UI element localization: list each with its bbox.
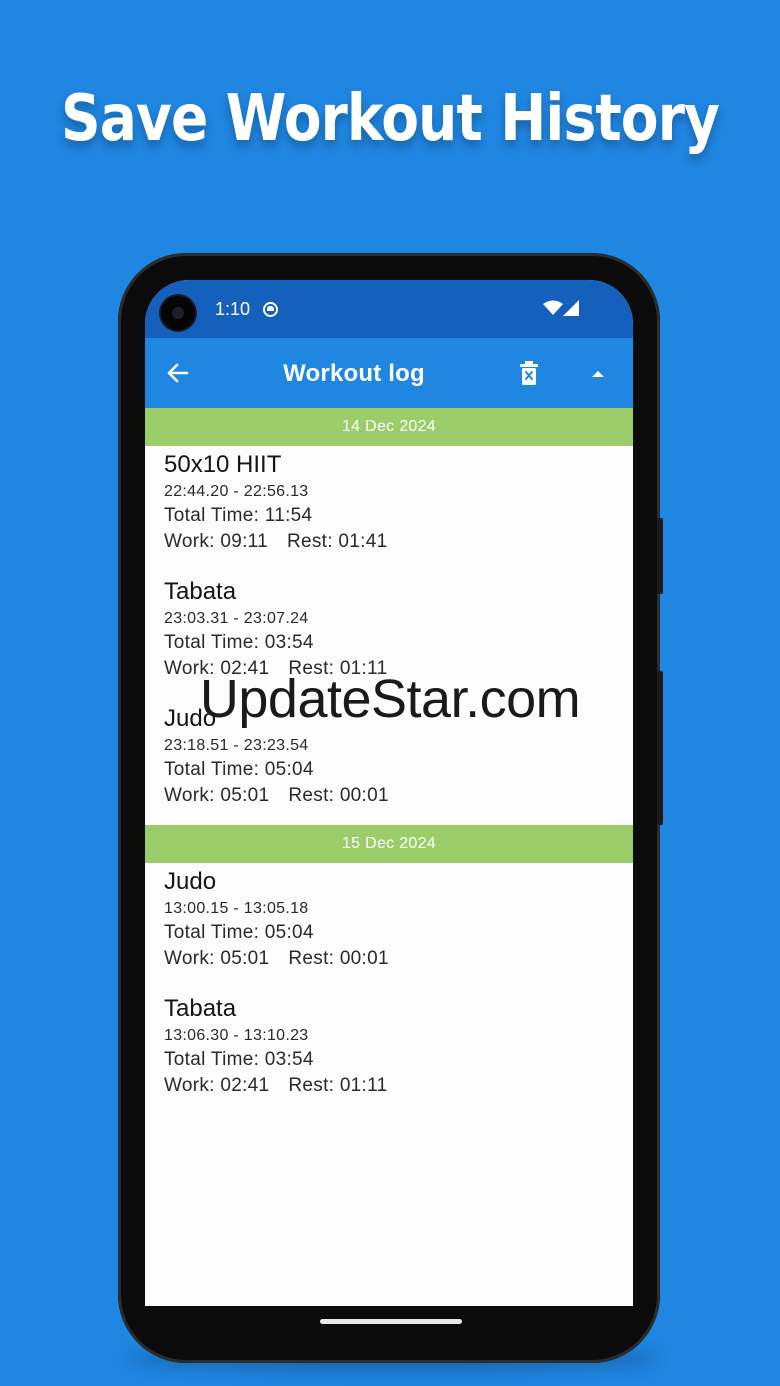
notification-icon [263, 302, 278, 317]
promo-headline: Save Workout History [60, 82, 720, 156]
rest-time: Rest: 00:01 [288, 785, 389, 806]
rest-time: Rest: 01:41 [286, 531, 388, 552]
page-title: Workout log [283, 360, 425, 387]
workout-work-rest: Work: 09:11 Rest: 01:41 [164, 529, 633, 555]
work-time: Work: 05:01 [164, 785, 270, 806]
workout-total-time: Total Time: 05:04 [164, 759, 314, 780]
workout-work-rest: Work: 05:01 Rest: 00:01 [164, 946, 633, 972]
workout-time-range: 13:06.30 - 13:10.23 [164, 1027, 309, 1044]
workout-work-rest: Work: 02:41 Rest: 01:11 [164, 1073, 633, 1099]
list-item[interactable]: Judo 13:00.15 - 13:05.18 Total Time: 05:… [164, 863, 633, 972]
workout-name: Tabata [164, 995, 237, 1022]
workout-total-time: Total Time: 11:54 [164, 505, 313, 526]
app-bar: Workout log [145, 338, 633, 408]
watermark: UpdateStar.com [199, 669, 581, 729]
workout-time-range: 23:03.31 - 23:07.24 [164, 610, 309, 627]
home-indicator[interactable] [320, 1319, 462, 1324]
workout-list: 50x10 HIIT 22:44.20 - 22:56.13 Total Tim… [145, 446, 633, 825]
list-item[interactable]: Tabata 23:03.31 - 23:07.24 Total Time: 0… [164, 555, 633, 682]
workout-total-time: Total Time: 03:54 [164, 632, 314, 653]
front-camera [161, 296, 195, 330]
workout-work-rest: Work: 05:01 Rest: 00:01 [164, 783, 633, 809]
workout-time-range: 23:18.51 - 23:23.54 [164, 737, 309, 754]
workout-total-time: Total Time: 03:54 [164, 1049, 314, 1070]
workout-name: Tabata [164, 578, 237, 605]
trash-x-icon[interactable] [517, 360, 541, 386]
workout-list: Judo 13:00.15 - 13:05.18 Total Time: 05:… [145, 863, 633, 1099]
work-time: Work: 09:11 [164, 531, 268, 552]
list-item[interactable]: 50x10 HIIT 22:44.20 - 22:56.13 Total Tim… [164, 446, 633, 555]
date-header: 14 Dec 2024 [145, 408, 633, 446]
rest-time: Rest: 00:01 [288, 948, 389, 969]
work-time: Work: 05:01 [164, 948, 270, 969]
work-time: Work: 02:41 [164, 1075, 270, 1096]
signal-icon [563, 300, 579, 316]
workout-total-time: Total Time: 05:04 [164, 922, 314, 943]
status-time: 1:10 [215, 299, 251, 319]
workout-name: 50x10 HIIT [164, 451, 282, 478]
date-header: 15 Dec 2024 [145, 825, 633, 863]
power-button [657, 518, 663, 594]
workout-time-range: 13:00.15 - 13:05.18 [164, 900, 309, 917]
workout-time-range: 22:44.20 - 22:56.13 [164, 483, 309, 500]
wifi-icon [543, 300, 563, 315]
status-bar: 1:10 [145, 280, 633, 338]
phone-screen: 1:10 Workout log 14 Dec 2024 50x10 HIIT … [145, 280, 633, 1306]
caret-up-icon[interactable] [589, 368, 607, 380]
rest-time: Rest: 01:11 [288, 1075, 388, 1096]
workout-name: Judo [164, 868, 217, 895]
list-item[interactable]: Tabata 13:06.30 - 13:10.23 Total Time: 0… [164, 972, 633, 1099]
